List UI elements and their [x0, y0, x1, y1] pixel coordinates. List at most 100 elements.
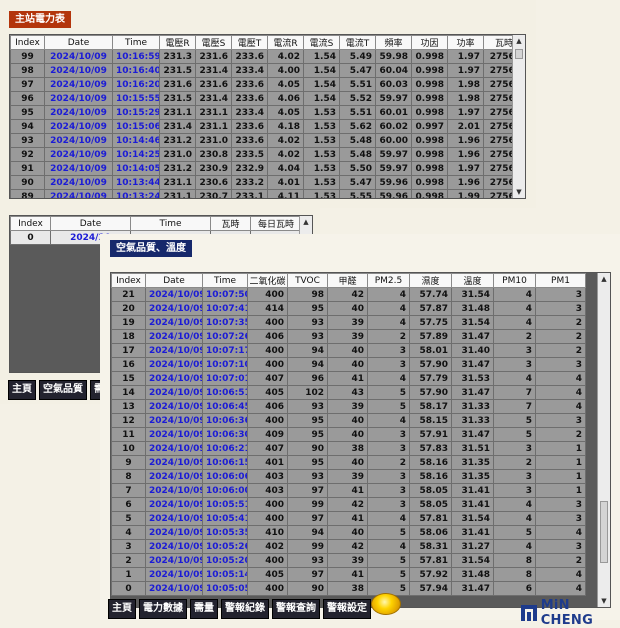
table-row[interactable]: 9 2024/10/09 10:06:15 401 95 40 2 58.16 31.35 2 1	[111, 455, 586, 470]
table-row[interactable]: 15 2024/10/09 10:07:01 407 96 41 4 57.79 31.53 4 4	[111, 371, 586, 386]
alarm-light-icon[interactable]	[371, 593, 401, 615]
main-col-header[interactable]: 電流T	[339, 35, 376, 50]
table-row[interactable]: 5 2024/10/09 10:05:41 400 97 41 4 57.81 31.54 4 3	[111, 511, 586, 526]
table-cell: 5.50	[339, 161, 376, 176]
table-row[interactable]: 91 2024/10/09 10:14:05 231.2 230.9 232.9 4.04 1…	[10, 161, 525, 176]
table-row[interactable]: 3 2024/10/09 10:05:26 402 99 42 4 58.31 31.27 4 3	[111, 539, 586, 554]
bottom-nav-button-3[interactable]: 警報紀錄	[221, 599, 269, 619]
side-nav-button-0[interactable]: 主頁	[8, 380, 36, 400]
table-row[interactable]: 16 2024/10/09 10:07:10 400 94 40 3 57.90 31.47 3 3	[111, 357, 586, 372]
table-row[interactable]: 17 2024/10/09 10:07:17 400 94 40 3 58.01 31.40 3 2	[111, 343, 586, 358]
table-row[interactable]: 1 2024/10/09 10:05:14 405 97 41 5 57.92 31.48 8 4	[111, 567, 586, 582]
table-row[interactable]: 4 2024/10/09 10:05:35 410 94 40 5 58.06 31.41 5 4	[111, 525, 586, 540]
scroll-up-icon[interactable]: ▲	[598, 273, 610, 285]
table-cell: 231.0	[195, 133, 232, 148]
table-cell: 31.47	[451, 357, 494, 372]
main-col-header[interactable]: 電壓R	[159, 35, 196, 50]
table-cell: 4	[111, 525, 146, 540]
table-row[interactable]: 19 2024/10/09 10:07:35 400 93 39 4 57.75 31.54 4 2	[111, 315, 586, 330]
table-row[interactable]: 90 2024/10/09 10:13:44 231.1 230.6 233.2 4.01 1…	[10, 175, 525, 190]
main-col-header[interactable]: 頻率	[375, 35, 412, 50]
table-cell: 4	[367, 511, 410, 526]
table-cell: 31.54	[451, 287, 494, 302]
air-col-header[interactable]: 二氧化碳	[247, 273, 288, 288]
bottom-nav-button-2[interactable]: 需量	[190, 599, 218, 619]
main-col-header[interactable]: Time	[112, 35, 160, 50]
air-col-header[interactable]: Index	[111, 273, 146, 288]
table-row[interactable]: 0 2024/10/09 10:05:05 400 90 38 5 57.94 31.47 6 4	[111, 581, 586, 596]
bottom-nav-button-4[interactable]: 警報查詢	[272, 599, 320, 619]
daily-col-header[interactable]: Date	[50, 216, 131, 231]
table-row[interactable]: 6 2024/10/09 10:05:51 400 99 42 3 58.05 31.41 4 3	[111, 497, 586, 512]
table-row[interactable]: 18 2024/10/09 10:07:26 406 93 39 2 57.89 31.47 2 2	[111, 329, 586, 344]
daily-col-header[interactable]: Index	[10, 216, 51, 231]
table-cell: 2024/10/09	[44, 91, 113, 106]
table-cell: 58.16	[409, 455, 452, 470]
main-col-header[interactable]: Date	[44, 35, 113, 50]
main-col-header[interactable]: 電流S	[303, 35, 340, 50]
main-col-header[interactable]: 功率	[447, 35, 484, 50]
table-row[interactable]: 12 2024/10/09 10:06:36 400 95 40 4 58.15 31.33 5 3	[111, 413, 586, 428]
table-cell: 2024/10/09	[145, 441, 203, 456]
air-col-header[interactable]: TVOC	[287, 273, 328, 288]
daily-col-header[interactable]: 每日瓦時	[250, 216, 302, 231]
air-quality-grid[interactable]: Index Date Time 二氧化碳 TVOC 甲醛 PM2.5 濕度 溫度 PM10 PM1 …	[110, 272, 611, 608]
air-quality-scrollbar[interactable]: ▲ ▼	[597, 273, 610, 607]
table-cell: 16	[111, 357, 146, 372]
air-col-header[interactable]: 濕度	[409, 273, 452, 288]
main-power-grid[interactable]: Index Date Time 電壓R 電壓S 電壓T 電流R 電流S 電流T 頻率 功因 功率 瓦時 …	[9, 34, 526, 199]
side-nav-button-1[interactable]: 空氣品質	[39, 380, 87, 400]
table-row[interactable]: 2 2024/10/09 10:05:20 400 93 39 5 57.81 31.54 8 2	[111, 553, 586, 568]
air-col-header[interactable]: PM10	[493, 273, 536, 288]
table-row[interactable]: 8 2024/10/09 10:06:06 403 93 39 3 58.16 31.35 3 1	[111, 469, 586, 484]
bottom-nav-button-0[interactable]: 主頁	[108, 599, 136, 619]
table-cell: 10:06:06	[202, 469, 248, 484]
air-col-header[interactable]: 溫度	[451, 273, 494, 288]
air-col-header[interactable]: Date	[145, 273, 203, 288]
main-col-header[interactable]: 電壓T	[231, 35, 268, 50]
table-row[interactable]: 11 2024/10/09 10:06:30 409 95 40 3 57.91 31.47 5 2	[111, 427, 586, 442]
table-row[interactable]: 7 2024/10/09 10:06:00 403 97 41 3 58.05 31.41 3 1	[111, 483, 586, 498]
table-cell: 231.5	[159, 63, 196, 78]
main-col-header[interactable]: 電流R	[267, 35, 304, 50]
scroll-up-icon[interactable]: ▲	[513, 35, 525, 47]
table-row[interactable]: 20 2024/10/09 10:07:41 414 95 40 4 57.87 31.48 4 3	[111, 301, 586, 316]
table-row[interactable]: 21 2024/10/09 10:07:50 400 98 42 4 57.74 31.54 4 3	[111, 287, 586, 302]
scroll-up-icon[interactable]: ▲	[300, 216, 312, 228]
table-cell: 31.27	[451, 539, 494, 554]
scroll-thumb[interactable]	[600, 501, 608, 563]
table-row[interactable]: 92 2024/10/09 10:14:25 231.0 230.8 233.5 4.02 1…	[10, 147, 525, 162]
table-row[interactable]: 97 2024/10/09 10:16:20 231.6 231.6 233.6 4.05 1…	[10, 77, 525, 92]
main-col-header[interactable]: 功因	[411, 35, 448, 50]
daily-col-header[interactable]: 瓦時	[210, 216, 251, 231]
table-cell: 4	[493, 315, 536, 330]
table-row[interactable]: 98 2024/10/09 10:16:40 231.5 231.4 233.4 4.00 1…	[10, 63, 525, 78]
main-col-header[interactable]: 電壓S	[195, 35, 232, 50]
table-row[interactable]: 10 2024/10/09 10:06:21 407 90 38 3 57.83 31.51 3 1	[111, 441, 586, 456]
table-cell: 3	[535, 413, 586, 428]
daily-col-header[interactable]: Time	[130, 216, 211, 231]
scroll-thumb[interactable]	[515, 49, 523, 59]
air-col-header[interactable]: PM2.5	[367, 273, 410, 288]
table-cell: 230.8	[195, 147, 232, 162]
table-row[interactable]: 96 2024/10/09 10:15:55 231.5 231.4 233.6 4.06 1…	[10, 91, 525, 106]
air-col-header[interactable]: Time	[202, 273, 248, 288]
air-col-header[interactable]: 甲醛	[327, 273, 368, 288]
bottom-nav-button-5[interactable]: 警報設定	[323, 599, 371, 619]
table-row[interactable]: 93 2024/10/09 10:14:46 231.2 231.0 233.6 4.02 1…	[10, 133, 525, 148]
table-row[interactable]: 13 2024/10/09 10:06:45 406 93 39 5 58.17 31.33 7 4	[111, 399, 586, 414]
table-row[interactable]: 89 2024/10/09 10:13:24 231.1 230.7 233.1 4.11 1…	[10, 189, 525, 198]
table-cell: 57.87	[409, 301, 452, 316]
bottom-nav-button-1[interactable]: 電力數據	[139, 599, 187, 619]
main-col-header[interactable]: Index	[10, 35, 45, 50]
table-row[interactable]: 94 2024/10/09 10:15:06 231.4 231.1 233.6 4.18 1…	[10, 119, 525, 134]
air-col-header[interactable]: PM1	[535, 273, 586, 288]
table-row[interactable]: 95 2024/10/09 10:15:29 231.1 231.1 233.4 4.05 1…	[10, 105, 525, 120]
scroll-down-icon[interactable]: ▼	[513, 186, 525, 198]
table-cell: 42	[327, 287, 368, 302]
table-cell: 10:16:59	[112, 49, 160, 64]
table-row[interactable]: 99 2024/10/09 10:16:59 231.3 231.6 233.6 4.02 1…	[10, 49, 525, 64]
table-row[interactable]: 14 2024/10/09 10:06:51 405 102 43 5 57.90 31.47 7…	[111, 385, 586, 400]
table-cell: 93	[287, 399, 328, 414]
main-power-scrollbar[interactable]: ▲ ▼	[512, 35, 525, 198]
